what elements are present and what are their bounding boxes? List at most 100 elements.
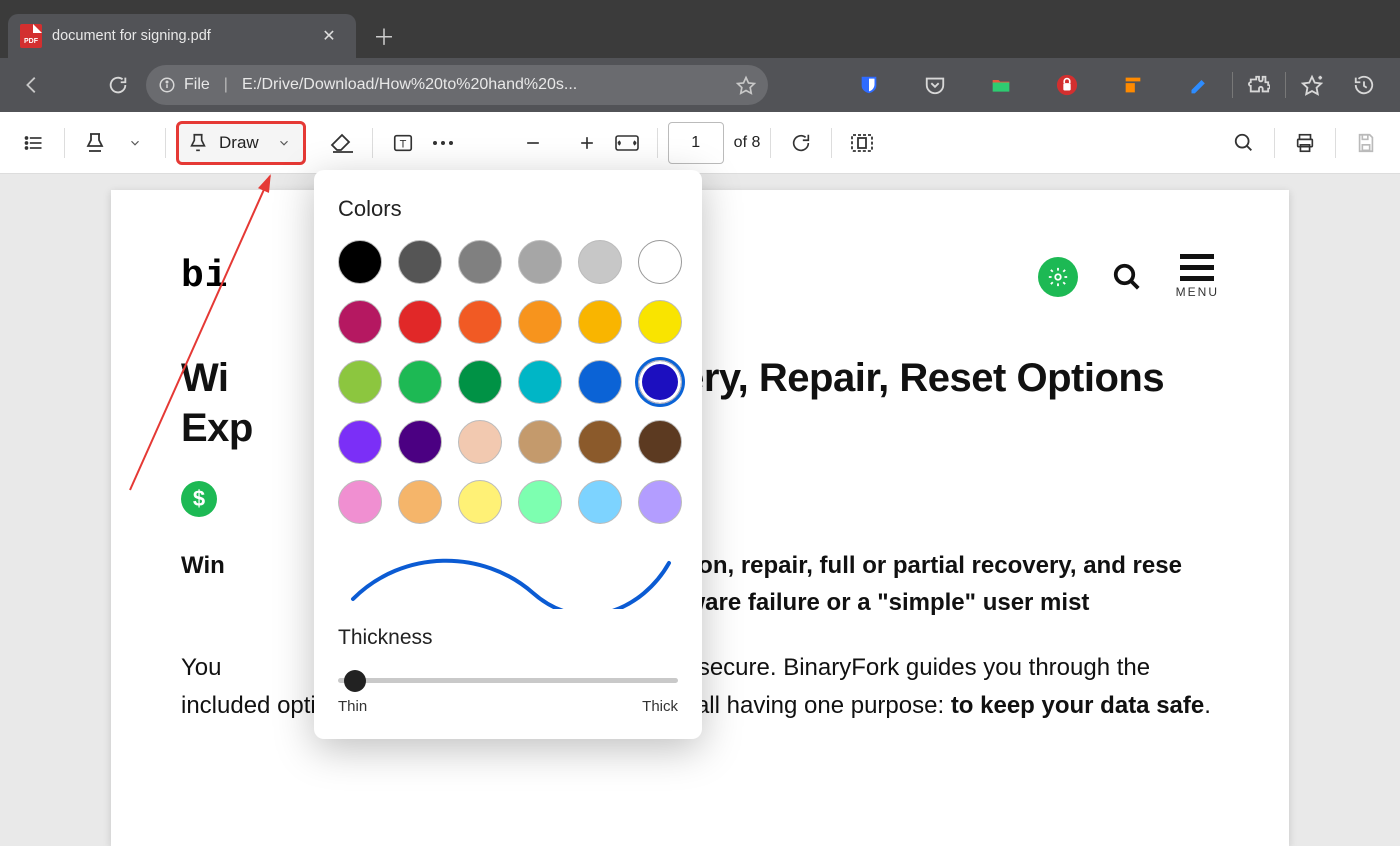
dollar-badge-icon: $ (181, 481, 217, 517)
extensions-button[interactable] (1233, 65, 1285, 105)
url-separator: | (218, 76, 234, 94)
color-swatch[interactable] (518, 300, 562, 344)
color-swatch[interactable] (338, 240, 382, 284)
thickness-slider[interactable] (338, 668, 678, 692)
color-swatch[interactable] (338, 480, 382, 524)
ext-bitwarden-icon[interactable] (836, 65, 902, 105)
color-swatch[interactable] (638, 240, 682, 284)
add-text-button[interactable]: T (383, 123, 423, 163)
address-bar: File | E:/Drive/Download/How%20to%20hand… (0, 58, 1400, 112)
colors-heading: Colors (338, 196, 678, 222)
color-swatch[interactable] (578, 240, 622, 284)
color-swatch[interactable] (398, 240, 442, 284)
settings-gear-icon[interactable] (1038, 257, 1078, 297)
url-scheme-label: File (184, 76, 210, 94)
separator (657, 128, 658, 158)
favorite-star-icon[interactable] (736, 75, 756, 95)
separator (64, 128, 65, 158)
toolbar-right (1224, 123, 1386, 163)
url-field[interactable]: File | E:/Drive/Download/How%20to%20hand… (146, 65, 768, 105)
color-swatch[interactable] (638, 480, 682, 524)
color-swatch[interactable] (518, 480, 562, 524)
thickness-heading: Thickness (338, 626, 678, 650)
separator (1274, 128, 1275, 158)
draw-tool-button[interactable]: Draw (176, 121, 306, 165)
thickness-labels: Thin Thick (338, 698, 678, 715)
ext-pocket-icon[interactable] (902, 65, 968, 105)
color-swatch[interactable] (398, 420, 442, 464)
color-swatch[interactable] (458, 240, 502, 284)
color-swatch[interactable] (458, 480, 502, 524)
color-swatch[interactable] (458, 420, 502, 464)
hamburger-icon (1180, 254, 1214, 281)
color-swatch[interactable] (518, 420, 562, 464)
color-swatch[interactable] (578, 300, 622, 344)
contents-button[interactable] (14, 123, 54, 163)
color-swatch[interactable] (578, 420, 622, 464)
color-swatch[interactable] (398, 480, 442, 524)
tab-title: document for signing.pdf (52, 28, 306, 44)
print-button[interactable] (1285, 123, 1325, 163)
reload-button[interactable] (96, 65, 140, 105)
tab-close-button[interactable]: ✕ (316, 23, 342, 49)
page-total-label: of 8 (724, 134, 761, 152)
find-button[interactable] (1224, 123, 1264, 163)
color-swatch-grid (338, 240, 678, 524)
color-swatch[interactable] (578, 360, 622, 404)
fit-width-button[interactable] (607, 123, 647, 163)
color-swatch[interactable] (338, 420, 382, 464)
zoom-out-button[interactable] (513, 123, 553, 163)
separator (831, 128, 832, 158)
draw-dropdown[interactable] (269, 136, 299, 150)
color-swatch[interactable] (338, 300, 382, 344)
thin-label: Thin (338, 698, 367, 715)
highlighter-button[interactable] (75, 123, 115, 163)
browser-tab[interactable]: PDF document for signing.pdf ✕ (8, 14, 356, 58)
draw-label: Draw (209, 133, 269, 153)
tab-strip: PDF document for signing.pdf ✕ ＋ (0, 0, 1400, 58)
color-swatch[interactable] (518, 360, 562, 404)
color-swatch[interactable] (398, 360, 442, 404)
color-swatch[interactable] (518, 240, 562, 284)
new-tab-button[interactable]: ＋ (362, 14, 406, 58)
slider-thumb[interactable] (344, 670, 366, 692)
color-swatch[interactable] (638, 300, 682, 344)
ext-lastpass-icon[interactable] (1034, 65, 1100, 105)
stroke-preview (338, 546, 678, 616)
more-button[interactable] (423, 123, 463, 163)
color-swatch[interactable] (458, 300, 502, 344)
color-swatch[interactable] (338, 360, 382, 404)
browser-chrome: PDF document for signing.pdf ✕ ＋ File | … (0, 0, 1400, 112)
color-swatch[interactable] (638, 360, 682, 404)
pdf-toolbar: Draw T 1 of 8 (0, 112, 1400, 174)
back-button[interactable] (10, 65, 54, 105)
collections-button[interactable] (1286, 65, 1338, 105)
color-swatch[interactable] (398, 300, 442, 344)
page-header-icons: MENU (1038, 254, 1219, 299)
ext-adobe-icon[interactable] (1100, 65, 1166, 105)
save-button[interactable] (1346, 123, 1386, 163)
zoom-in-button[interactable] (567, 123, 607, 163)
site-logo: bi (181, 255, 229, 298)
color-swatch[interactable] (578, 480, 622, 524)
color-swatch[interactable] (638, 420, 682, 464)
ext-folder-icon[interactable] (968, 65, 1034, 105)
menu-button[interactable]: MENU (1176, 254, 1219, 299)
history-button[interactable] (1338, 65, 1390, 105)
info-icon (158, 76, 176, 94)
separator (770, 128, 771, 158)
svg-text:T: T (399, 138, 406, 150)
forward-button[interactable] (60, 65, 90, 105)
menu-label: MENU (1176, 285, 1219, 299)
extensions-area (836, 65, 1390, 105)
erase-button[interactable] (322, 123, 362, 163)
rotate-button[interactable] (781, 123, 821, 163)
draw-pen-icon (187, 131, 209, 155)
draw-settings-popover: Colors Thickness Thin Thick (314, 170, 702, 739)
page-number-input[interactable]: 1 (668, 122, 724, 164)
ext-pen-icon[interactable] (1166, 65, 1232, 105)
color-swatch[interactable] (458, 360, 502, 404)
highlighter-dropdown[interactable] (115, 123, 155, 163)
search-icon[interactable] (1112, 262, 1142, 292)
page-view-button[interactable] (842, 123, 882, 163)
